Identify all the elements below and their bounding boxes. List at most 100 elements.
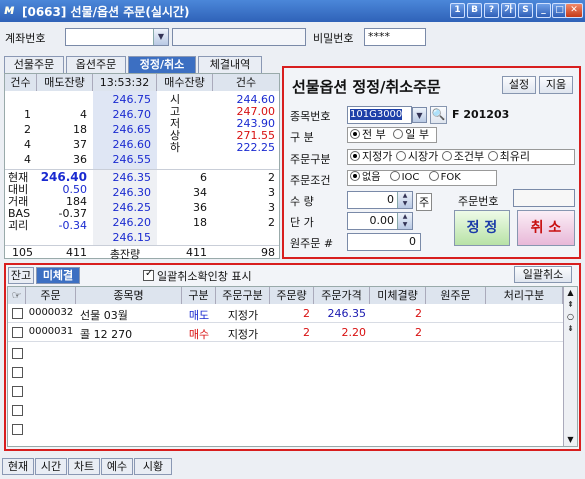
price-label: 단 가: [290, 216, 314, 229]
cond-fok-radio[interactable]: FOK: [428, 171, 461, 183]
type-market-radio[interactable]: 시장가: [395, 150, 438, 163]
col-qty: 주문량: [270, 287, 314, 304]
account-label: 계좌번호: [5, 32, 46, 45]
cancel-all-button[interactable]: 일괄취소: [514, 266, 572, 283]
order-no: 0000032: [28, 307, 74, 318]
account-input[interactable]: ▼: [65, 28, 169, 46]
chevron-down-icon[interactable]: ▼: [153, 29, 168, 45]
order-type: 지정가: [227, 328, 259, 341]
tab-current[interactable]: 현재: [2, 458, 34, 475]
settings-button[interactable]: 설정: [502, 76, 536, 94]
password-input[interactable]: ****: [364, 28, 426, 46]
search-icon[interactable]: 🔍: [430, 106, 447, 124]
help-button[interactable]: ?: [484, 3, 499, 18]
ctrl-btn-1[interactable]: 1: [450, 3, 465, 18]
modify-button[interactable]: 정 정: [454, 210, 510, 246]
ctrl-btn-2[interactable]: B: [467, 3, 482, 18]
col-order: 주문: [26, 287, 76, 304]
code-input[interactable]: 101G3000: [347, 106, 412, 124]
ask-price[interactable]: 246.55: [93, 153, 152, 166]
bid-count: 3: [268, 186, 275, 199]
tab-chart[interactable]: 차트: [68, 458, 100, 475]
cond-ioc-radio[interactable]: IOC: [389, 171, 419, 183]
ctrl-btn-5[interactable]: S: [518, 3, 533, 18]
lower-limit-value: 222.25: [236, 141, 276, 154]
cancel-button[interactable]: 취 소: [517, 210, 575, 246]
total-label: 총잔량: [109, 248, 141, 261]
close-icon[interactable]: ✕: [565, 3, 583, 18]
row-checkbox[interactable]: [12, 405, 23, 416]
tab-balance[interactable]: 잔고: [8, 267, 34, 284]
order-no: 0000031: [28, 326, 74, 337]
confirm-checkbox[interactable]: ✓: [143, 268, 154, 281]
ask-price[interactable]: 246.70: [93, 108, 152, 121]
bid-price[interactable]: 246.25: [93, 201, 152, 214]
bid-price[interactable]: 246.35: [93, 171, 152, 184]
side-all-radio[interactable]: 전 부: [350, 128, 386, 141]
tab-options-order[interactable]: 옵션주문: [66, 56, 126, 73]
order-book: 건수 매도잔량 13:53:32 매수잔량 건수 246.75 1 4 246.…: [4, 73, 280, 261]
col-side: 구분: [182, 287, 216, 304]
total-bid-count: 98: [261, 246, 275, 259]
bid-price[interactable]: 246.30: [93, 186, 152, 199]
tab-market[interactable]: 시황: [134, 458, 172, 475]
bid-price[interactable]: 246.20: [93, 216, 152, 229]
chevron-down-icon[interactable]: ▼: [412, 107, 427, 123]
ctrl-btn-4[interactable]: 가: [501, 3, 516, 18]
type-conditional-radio[interactable]: 조건부: [441, 150, 484, 163]
tab-executions[interactable]: 체결내역: [198, 56, 262, 73]
row-checkbox[interactable]: [12, 327, 23, 338]
row-checkbox[interactable]: [12, 308, 23, 319]
table-row[interactable]: 0000031 콜 12 270 매수 지정가 2 2.20 2: [8, 324, 563, 342]
side-label: 구 분: [290, 131, 314, 144]
price-stepper[interactable]: ▲ ▼: [397, 213, 412, 229]
row-checkbox[interactable]: [12, 348, 23, 359]
col-orig: 원주문: [426, 287, 486, 304]
orig-order-input[interactable]: 0: [347, 233, 421, 251]
qty-input[interactable]: 0 ▲ ▼: [347, 191, 413, 209]
table-settings-icon[interactable]: ☞: [8, 287, 26, 304]
order-no-input[interactable]: [513, 189, 575, 207]
ask-qty: 18: [73, 123, 87, 136]
order-no-label: 주문번호: [458, 195, 499, 208]
title-bar: м [0663] 선물/옵션 주문(실시간) 1 B ? 가 S _ □ ✕: [0, 0, 585, 22]
price-input[interactable]: 0.00 ▲ ▼: [347, 212, 413, 230]
type-limit-radio[interactable]: 지정가: [350, 150, 392, 163]
row-checkbox[interactable]: [12, 367, 23, 378]
tab-time[interactable]: 시간: [35, 458, 67, 475]
total-bid-qty: 411: [186, 246, 207, 259]
col-ask-count: 건수: [5, 74, 37, 91]
row-checkbox[interactable]: [12, 386, 23, 397]
qty-label: 수 량: [290, 195, 314, 208]
side-partial-radio[interactable]: 일 부: [393, 128, 429, 141]
tab-unfilled[interactable]: 미체결: [36, 267, 80, 284]
account-name-field: [172, 28, 306, 46]
tab-deposit[interactable]: 예수: [101, 458, 133, 475]
type-best-radio[interactable]: 최유리: [487, 150, 530, 163]
bid-price[interactable]: 246.15: [93, 231, 152, 244]
type-label: 주문구분: [290, 153, 331, 166]
col-bid-count: 건수: [213, 74, 279, 91]
qty-stepper[interactable]: ▲ ▼: [397, 192, 412, 208]
tab-modify-cancel[interactable]: 정정/취소: [128, 56, 196, 73]
cond-none-radio[interactable]: 없음: [350, 171, 380, 183]
ask-count: 2: [24, 123, 31, 136]
minimize-icon[interactable]: _: [536, 3, 551, 18]
bid-qty: 36: [193, 201, 207, 214]
info-label: 괴리: [8, 219, 29, 232]
ask-price[interactable]: 246.60: [93, 138, 152, 151]
ask-qty: 37: [73, 138, 87, 151]
orig-label: 원주문 #: [290, 237, 334, 250]
clear-button[interactable]: 지움: [539, 76, 573, 94]
bid-qty: 34: [193, 186, 207, 199]
col-bid-qty: 매수잔량: [157, 74, 213, 91]
table-scrollbar[interactable]: ▲ ⇞ ○ ⇟ ▼: [563, 287, 577, 446]
table-row[interactable]: 0000032 선물 03월 매도 지정가 2 246.35 2: [8, 305, 563, 323]
total-ask-qty: 411: [66, 246, 87, 259]
tab-futures-order[interactable]: 선물주문: [4, 56, 64, 73]
ask-price[interactable]: 246.65: [93, 123, 152, 136]
qty-value: 0: [387, 193, 394, 206]
side-radio-group: 전 부 일 부: [347, 127, 437, 143]
row-checkbox[interactable]: [12, 424, 23, 435]
ask-price[interactable]: 246.75: [93, 93, 152, 106]
